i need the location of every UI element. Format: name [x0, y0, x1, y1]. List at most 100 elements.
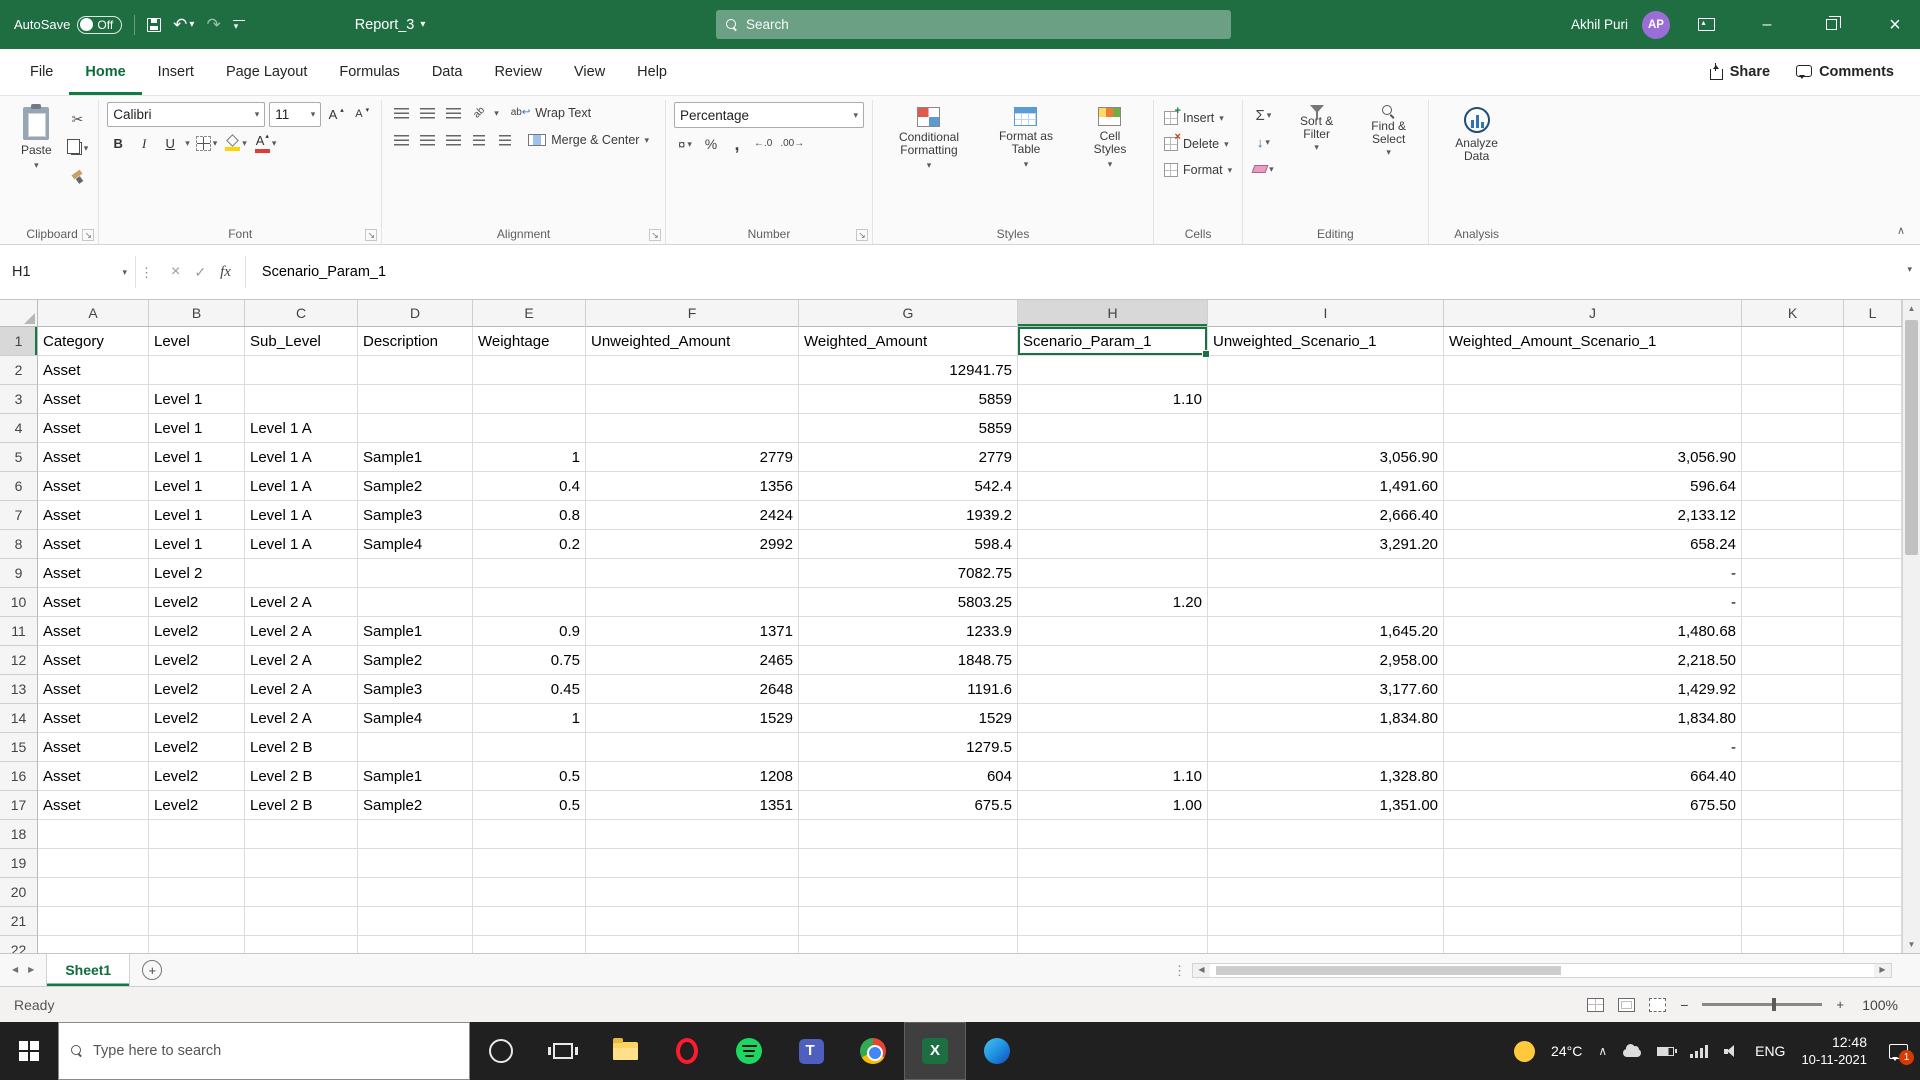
cell-H5[interactable] — [1018, 443, 1208, 472]
cell-A4[interactable]: Asset — [38, 414, 149, 443]
cell-B17[interactable]: Level2 — [149, 791, 245, 820]
cell-G2[interactable]: 12941.75 — [799, 356, 1018, 385]
cell-B13[interactable]: Level2 — [149, 675, 245, 704]
cell-K19[interactable] — [1742, 849, 1844, 878]
cell-K3[interactable] — [1742, 385, 1844, 414]
cell-I8[interactable]: 3,291.20 — [1208, 530, 1444, 559]
row-header-8[interactable]: 8 — [0, 530, 38, 559]
cell-A12[interactable]: Asset — [38, 646, 149, 675]
cell-G17[interactable]: 675.5 — [799, 791, 1018, 820]
name-box-resize-handle[interactable] — [136, 266, 157, 279]
cell-J9[interactable]: - — [1444, 559, 1742, 588]
cell-G21[interactable] — [799, 907, 1018, 936]
ribbon-display-options-button[interactable] — [1684, 0, 1728, 49]
cell-H4[interactable] — [1018, 414, 1208, 443]
column-header-D[interactable]: D — [358, 300, 473, 327]
cell-J17[interactable]: 675.50 — [1444, 791, 1742, 820]
cell-H7[interactable] — [1018, 501, 1208, 530]
cell-A19[interactable] — [38, 849, 149, 878]
cell-F12[interactable]: 2465 — [586, 646, 799, 675]
cell-L11[interactable] — [1844, 617, 1902, 646]
cell-C11[interactable]: Level 2 A — [245, 617, 358, 646]
cell-B8[interactable]: Level 1 — [149, 530, 245, 559]
cell-J3[interactable] — [1444, 385, 1742, 414]
cell-C1[interactable]: Sub_Level — [245, 327, 358, 356]
decrease-indent-button[interactable] — [468, 129, 490, 151]
cell-A13[interactable]: Asset — [38, 675, 149, 704]
row-header-7[interactable]: 7 — [0, 501, 38, 530]
cell-I12[interactable]: 2,958.00 — [1208, 646, 1444, 675]
cell-B9[interactable]: Level 2 — [149, 559, 245, 588]
cell-B3[interactable]: Level 1 — [149, 385, 245, 414]
cell-D2[interactable] — [358, 356, 473, 385]
column-header-I[interactable]: I — [1208, 300, 1444, 327]
cell-D19[interactable] — [358, 849, 473, 878]
cell-C15[interactable]: Level 2 B — [245, 733, 358, 762]
column-header-G[interactable]: G — [799, 300, 1018, 327]
cell-K15[interactable] — [1742, 733, 1844, 762]
cell-J6[interactable]: 596.64 — [1444, 472, 1742, 501]
row-header-21[interactable]: 21 — [0, 907, 38, 936]
cell-H8[interactable] — [1018, 530, 1208, 559]
cell-G6[interactable]: 542.4 — [799, 472, 1018, 501]
cell-A21[interactable] — [38, 907, 149, 936]
cell-D10[interactable] — [358, 588, 473, 617]
cell-L6[interactable] — [1844, 472, 1902, 501]
cell-F20[interactable] — [586, 878, 799, 907]
cell-F21[interactable] — [586, 907, 799, 936]
cell-E8[interactable]: 0.2 — [473, 530, 586, 559]
cell-E19[interactable] — [473, 849, 586, 878]
cell-C3[interactable] — [245, 385, 358, 414]
cell-I15[interactable] — [1208, 733, 1444, 762]
cell-B5[interactable]: Level 1 — [149, 443, 245, 472]
cell-A7[interactable]: Asset — [38, 501, 149, 530]
cell-G4[interactable]: 5859 — [799, 414, 1018, 443]
cell-C13[interactable]: Level 2 A — [245, 675, 358, 704]
cell-J20[interactable] — [1444, 878, 1742, 907]
cell-styles-button[interactable]: Cell Styles — [1075, 102, 1145, 224]
cell-E21[interactable] — [473, 907, 586, 936]
cell-F1[interactable]: Unweighted_Amount — [586, 327, 799, 356]
cell-L12[interactable] — [1844, 646, 1902, 675]
format-as-table-button[interactable]: Format as Table — [983, 102, 1069, 224]
cell-F9[interactable] — [586, 559, 799, 588]
cell-A6[interactable]: Asset — [38, 472, 149, 501]
view-page-layout-button[interactable] — [1618, 998, 1635, 1012]
cell-B2[interactable] — [149, 356, 245, 385]
cell-K8[interactable] — [1742, 530, 1844, 559]
row-header-22[interactable]: 22 — [0, 936, 38, 953]
cell-E22[interactable] — [473, 936, 586, 953]
clock[interactable]: 12:48 10-11-2021 — [1801, 1034, 1867, 1068]
cell-K2[interactable] — [1742, 356, 1844, 385]
horizontal-scroll-track[interactable] — [1210, 964, 1874, 977]
cell-B21[interactable] — [149, 907, 245, 936]
cell-K12[interactable] — [1742, 646, 1844, 675]
cell-L10[interactable] — [1844, 588, 1902, 617]
cell-I13[interactable]: 3,177.60 — [1208, 675, 1444, 704]
cell-L18[interactable] — [1844, 820, 1902, 849]
cell-I20[interactable] — [1208, 878, 1444, 907]
cell-L22[interactable] — [1844, 936, 1902, 953]
cell-H15[interactable] — [1018, 733, 1208, 762]
cell-D13[interactable]: Sample3 — [358, 675, 473, 704]
menu-tab-review[interactable]: Review — [478, 49, 558, 95]
cell-C12[interactable]: Level 2 A — [245, 646, 358, 675]
cell-G8[interactable]: 598.4 — [799, 530, 1018, 559]
cell-J16[interactable]: 664.40 — [1444, 762, 1742, 791]
row-header-9[interactable]: 9 — [0, 559, 38, 588]
zoom-out-button[interactable] — [1680, 998, 1688, 1012]
expand-formula-bar-button[interactable] — [1907, 265, 1912, 274]
number-dialog-launcher[interactable] — [856, 229, 868, 241]
cancel-entry-button[interactable] — [171, 264, 180, 280]
cell-I1[interactable]: Unweighted_Scenario_1 — [1208, 327, 1444, 356]
menu-tab-help[interactable]: Help — [621, 49, 683, 95]
cell-I5[interactable]: 3,056.90 — [1208, 443, 1444, 472]
cell-A22[interactable] — [38, 936, 149, 953]
cell-L21[interactable] — [1844, 907, 1902, 936]
row-header-1[interactable]: 1 — [0, 327, 38, 356]
avatar[interactable]: AP — [1642, 11, 1670, 39]
cell-C10[interactable]: Level 2 A — [245, 588, 358, 617]
cell-G9[interactable]: 7082.75 — [799, 559, 1018, 588]
row-header-15[interactable]: 15 — [0, 733, 38, 762]
titlebar-search[interactable] — [716, 10, 1231, 39]
